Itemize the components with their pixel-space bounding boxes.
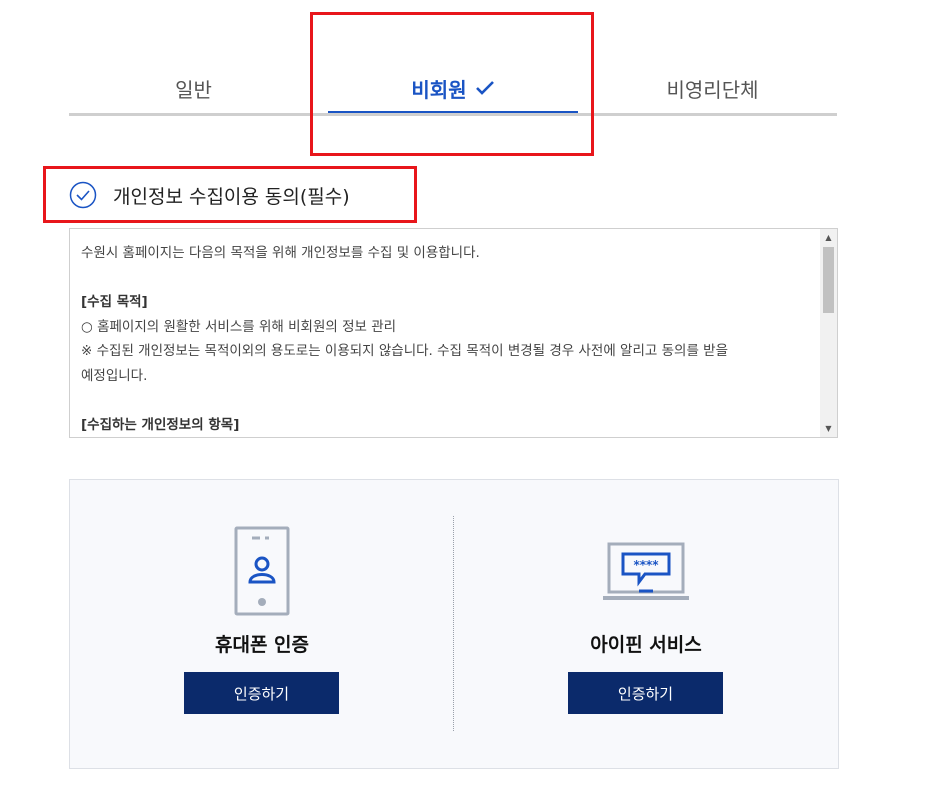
svg-text:****: **** bbox=[633, 558, 659, 572]
tab-nonprofit-label: 비영리단체 bbox=[666, 77, 759, 102]
consent-title: 개인정보 수집이용 동의(필수) bbox=[113, 185, 350, 208]
member-type-tabs: 일반 비회원 비영리단체 bbox=[69, 60, 837, 116]
terms-notice-line1: ※ 수집된 개인정보는 목적이외의 용도로는 이용되지 않습니다. 수집 목적이… bbox=[81, 343, 728, 359]
ipin-section: **** 아이핀 서비스 인증하기 bbox=[496, 480, 796, 770]
scroll-thumb[interactable] bbox=[823, 247, 834, 313]
phone-auth-title: 휴대폰 인증 bbox=[214, 634, 309, 656]
tab-nonprofit[interactable]: 비영리단체 bbox=[588, 60, 837, 116]
ipin-auth-button[interactable]: 인증하기 bbox=[568, 672, 723, 714]
terms-purpose-heading: [수집 목적] bbox=[81, 294, 148, 310]
terms-items-heading: [수집하는 개인정보의 항목] bbox=[81, 413, 811, 438]
laptop-password-icon: **** bbox=[603, 542, 689, 600]
scroll-up-arrow-icon[interactable]: ▲ bbox=[820, 229, 837, 246]
privacy-terms-box[interactable]: 수원시 홈페이지는 다음의 목적을 위해 개인정보를 수집 및 이용합니다. [… bbox=[69, 228, 838, 438]
mobile-phone-person-icon bbox=[234, 526, 290, 616]
terms-purpose-item: ○ 홈페이지의 원활한 서비스를 위해 비회원의 정보 관리 bbox=[81, 318, 397, 335]
privacy-terms-content: 수원시 홈페이지는 다음의 목적을 위해 개인정보를 수집 및 이용합니다. [… bbox=[81, 241, 811, 438]
checkmark-icon bbox=[475, 81, 494, 95]
terms-notice-line2: 예정입니다. bbox=[81, 367, 148, 384]
tab-general[interactable]: 일반 bbox=[69, 60, 318, 116]
tab-non-member[interactable]: 비회원 bbox=[328, 60, 578, 116]
consent-heading[interactable]: 개인정보 수집이용 동의(필수) bbox=[69, 179, 350, 211]
tab-general-label: 일반 bbox=[175, 77, 212, 102]
auth-panel: 휴대폰 인증 인증하기 **** 아이핀 서비스 인증하기 bbox=[69, 479, 839, 769]
terms-scrollbar[interactable]: ▲ ▼ bbox=[820, 229, 837, 437]
section-divider bbox=[453, 516, 454, 731]
phone-auth-section: 휴대폰 인증 인증하기 bbox=[112, 480, 412, 770]
terms-intro: 수원시 홈페이지는 다음의 목적을 위해 개인정보를 수집 및 이용합니다. bbox=[81, 245, 480, 261]
phone-auth-button[interactable]: 인증하기 bbox=[184, 672, 339, 714]
tab-non-member-label: 비회원 bbox=[411, 77, 467, 102]
circle-check-icon[interactable] bbox=[69, 181, 97, 209]
ipin-title: 아이핀 서비스 bbox=[590, 634, 702, 656]
scroll-down-arrow-icon[interactable]: ▼ bbox=[820, 420, 837, 437]
tabs-baseline bbox=[69, 113, 837, 116]
